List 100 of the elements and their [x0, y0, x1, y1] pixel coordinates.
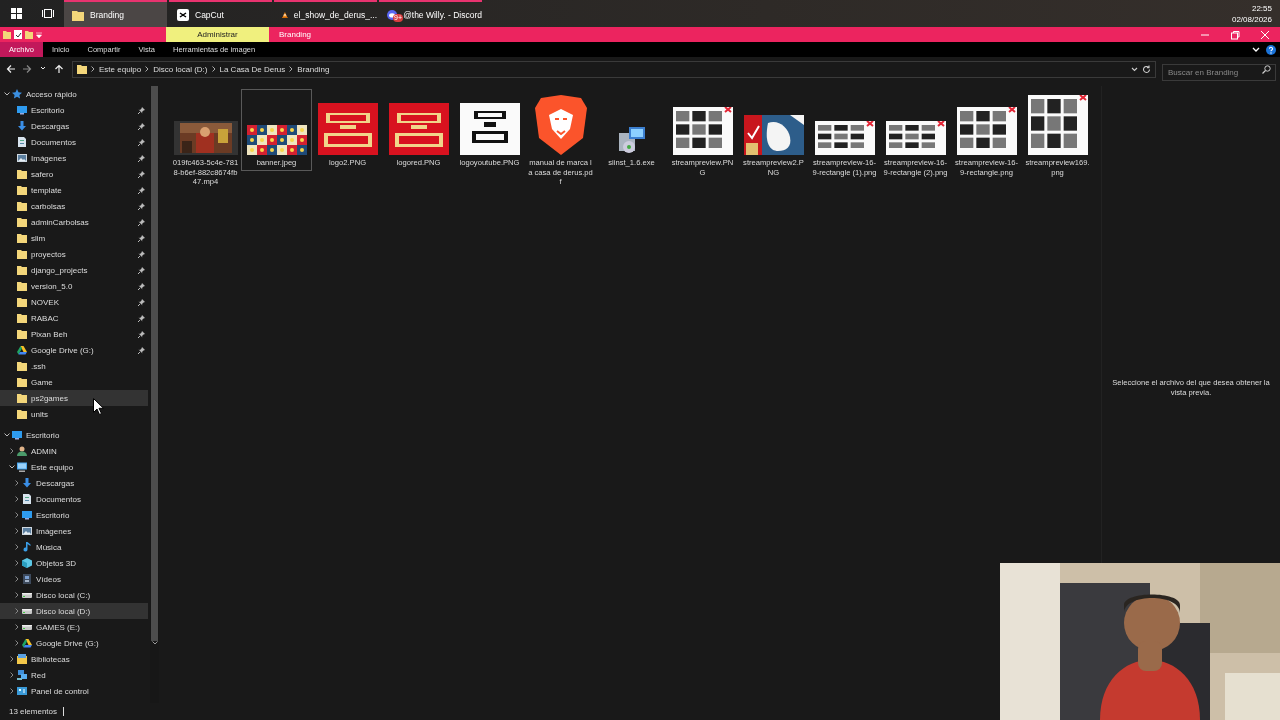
sidebar-item[interactable]: template [0, 182, 148, 198]
context-tab-label: Administrar [166, 27, 269, 42]
scroll-down-icon[interactable] [151, 641, 158, 645]
back-icon[interactable] [6, 64, 16, 74]
dropdown-icon[interactable] [36, 31, 42, 38]
chevron-right-icon[interactable] [14, 480, 20, 486]
breadcrumb[interactable]: Branding [297, 64, 330, 74]
chevron-down-icon[interactable] [4, 91, 10, 97]
sidebar-item[interactable]: Vídeos [0, 571, 148, 587]
sidebar-item[interactable]: Escritorio [0, 427, 148, 443]
close-button[interactable] [1260, 29, 1270, 40]
sidebar-item[interactable]: Documentos [0, 134, 148, 150]
sidebar-item[interactable]: GAMES (E:) [0, 619, 148, 635]
up-icon[interactable] [54, 64, 64, 74]
download-icon [17, 121, 27, 131]
taskbar-button[interactable]: Branding [64, 0, 167, 27]
chevron-right-icon[interactable] [14, 496, 20, 502]
document-icon [17, 137, 27, 147]
task-view-icon[interactable] [42, 8, 54, 19]
scrollbar-thumb[interactable] [151, 86, 158, 641]
document-icon [22, 494, 32, 504]
chevron-right-icon[interactable] [14, 592, 20, 598]
properties-icon[interactable] [14, 30, 22, 39]
pin-icon [138, 122, 145, 130]
chevron-right-icon[interactable] [14, 576, 20, 582]
pin-icon [138, 202, 145, 210]
chevron-right-icon[interactable] [14, 544, 20, 550]
search-icon [1262, 64, 1271, 74]
pin-icon [138, 170, 145, 178]
shield-icon [534, 95, 587, 155]
chevron-right-icon[interactable] [9, 688, 15, 694]
forward-icon[interactable] [22, 64, 32, 74]
chevron-right-icon[interactable] [14, 624, 20, 630]
restore-button[interactable] [1230, 29, 1240, 40]
search-field[interactable]: Buscar en Branding [1162, 63, 1276, 81]
sidebar-item[interactable]: Game [0, 374, 148, 390]
help-icon[interactable] [1266, 44, 1276, 55]
sidebar-item[interactable]: slim [0, 230, 148, 246]
sidebar-item[interactable]: Imágenes [0, 150, 148, 166]
sidebar-item[interactable]: Bibliotecas [0, 651, 148, 667]
sidebar-item[interactable]: Google Drive (G:) [0, 342, 148, 358]
chevron-right-icon[interactable] [14, 640, 20, 646]
installer-icon [616, 125, 647, 155]
sidebar-item[interactable]: django_projects [0, 262, 148, 278]
pin-icon [138, 250, 145, 258]
sidebar-item[interactable]: Este equipo [0, 459, 148, 475]
sidebar-item[interactable]: Red [0, 667, 148, 683]
capcut-icon [177, 8, 189, 21]
chevron-right-icon[interactable] [14, 512, 20, 518]
sidebar-item[interactable]: ps2games [0, 390, 148, 406]
sidebar-item[interactable]: proyectos [0, 246, 148, 262]
sidebar-item[interactable]: Acceso rápido [0, 86, 148, 102]
sidebar-item[interactable]: carbolsas [0, 198, 148, 214]
chevron-right-icon[interactable] [14, 560, 20, 566]
sidebar-item[interactable]: RABAC [0, 310, 148, 326]
sidebar-item[interactable]: Disco local (C:) [0, 587, 148, 603]
pin-icon [138, 282, 145, 290]
chevron-right-icon[interactable] [14, 528, 20, 534]
sidebar-item[interactable]: Pixan Beh [0, 326, 148, 342]
breadcrumb[interactable]: Este equipo [99, 64, 142, 74]
chevron-down-icon[interactable] [9, 464, 15, 470]
refresh-icon[interactable] [1142, 64, 1151, 74]
sidebar-item[interactable]: version_5.0 [0, 278, 148, 294]
sidebar-item[interactable]: Documentos [0, 491, 148, 507]
sidebar-item[interactable]: Escritorio [0, 507, 148, 523]
sidebar-item[interactable]: Música [0, 539, 148, 555]
network-icon [17, 670, 27, 680]
disk-icon [22, 622, 32, 632]
sidebar-item[interactable]: Google Drive (G:) [0, 635, 148, 651]
pin-icon [138, 154, 145, 162]
image-icon [17, 153, 27, 163]
chevron-right-icon[interactable] [9, 672, 15, 678]
download-icon [22, 478, 32, 488]
sidebar-item[interactable]: Descargas [0, 118, 148, 134]
pin-icon [138, 330, 145, 338]
sidebar-item[interactable]: NOVEK [0, 294, 148, 310]
mouse-cursor-icon [93, 398, 104, 415]
sidebar-item[interactable]: Panel de control [0, 683, 148, 699]
sidebar-item[interactable]: ADMIN [0, 443, 148, 459]
image-icon [22, 526, 32, 536]
user-icon [17, 446, 27, 456]
sidebar-item[interactable]: Imágenes [0, 523, 148, 539]
sidebar-item[interactable]: .ssh [0, 358, 148, 374]
sidebar-item[interactable]: Disco local (D:) [0, 603, 148, 619]
chevron-right-icon[interactable] [14, 608, 20, 614]
sidebar-item[interactable]: Objetos 3D [0, 555, 148, 571]
sidebar-item[interactable]: Escritorio [0, 102, 148, 118]
sidebar-item[interactable]: adminCarbolsas [0, 214, 148, 230]
breadcrumb[interactable]: Disco local (D:) [153, 64, 208, 74]
sidebar-item[interactable]: units [0, 406, 148, 422]
start-icon[interactable] [10, 8, 22, 19]
chevron-right-icon[interactable] [9, 656, 15, 662]
pin-icon [138, 138, 145, 146]
chevron-down-icon[interactable] [4, 432, 10, 438]
breadcrumb[interactable]: La Casa De Derus [219, 64, 286, 74]
sidebar-item[interactable]: Descargas [0, 475, 148, 491]
chevron-down-icon[interactable] [1131, 66, 1138, 72]
computer-icon [17, 462, 27, 472]
sidebar-item[interactable]: safero [0, 166, 148, 182]
chevron-right-icon[interactable] [9, 448, 15, 454]
